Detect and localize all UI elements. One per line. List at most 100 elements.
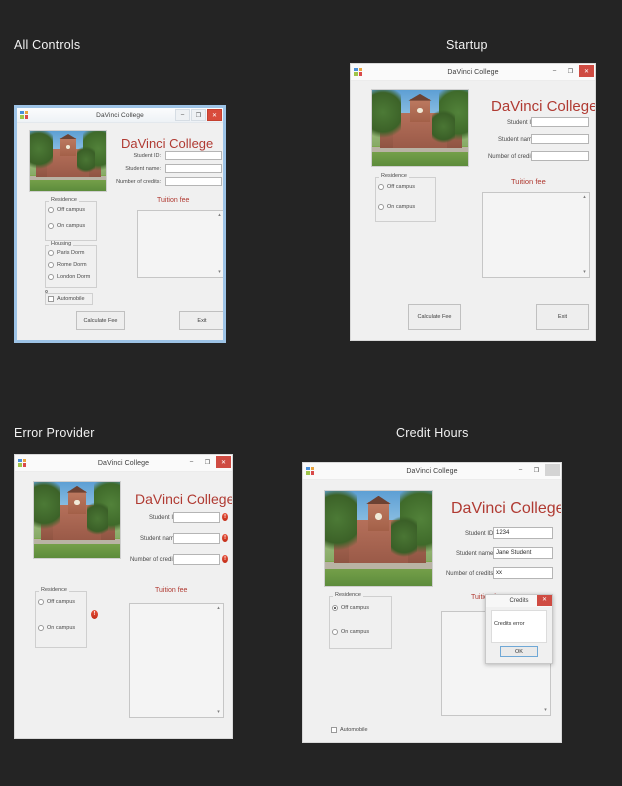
dialog-ok-button[interactable]: OK (500, 646, 538, 657)
error-icon-student-id[interactable]: ! (222, 513, 228, 521)
checkbox-box (331, 727, 337, 733)
label-student-name: Student name: (125, 166, 161, 172)
checkbox-automobile-label: Automobile (340, 727, 368, 733)
maximize-button[interactable]: ❐ (191, 109, 206, 121)
input-number-of-credits[interactable] (165, 177, 222, 186)
close-button[interactable]: ✕ (579, 65, 594, 77)
radio-off-campus-label: Off campus (57, 207, 86, 213)
radio-off-campus[interactable]: Off campus (378, 184, 415, 190)
checkbox-automobile[interactable]: Automobile (48, 296, 85, 302)
minimize-button[interactable]: – (513, 464, 528, 476)
close-button[interactable] (545, 464, 560, 476)
brand-title: DaVinci College (451, 500, 562, 517)
calculate-fee-button[interactable]: Calculate Fee (408, 304, 461, 330)
titlebar-credit-hours[interactable]: DaVinci College – ❐ (303, 463, 561, 480)
tuition-fee-title: Tuition fee (157, 197, 190, 204)
titlebar-all-controls[interactable]: DaVinci College – ❐ ✕ (17, 108, 223, 123)
minimize-button[interactable]: – (184, 456, 199, 468)
radio-dot (48, 274, 54, 280)
label-student-name: Student name: (455, 551, 495, 557)
window-error-provider[interactable]: DaVinci College – ❐ ✕ DaVinci College St… (14, 454, 233, 739)
label-number-of-credits: Number of credits: (487, 154, 537, 160)
checkbox-automobile[interactable]: Automobile (331, 727, 368, 733)
window-buttons-error-provider[interactable]: – ❐ ✕ (184, 456, 231, 468)
tuition-fee-output: ▴ ▾ (482, 192, 590, 278)
radio-london-dorm[interactable]: London Dorm (48, 274, 90, 280)
input-student-name[interactable] (165, 164, 222, 173)
close-button[interactable]: ✕ (207, 109, 222, 121)
input-student-id[interactable] (173, 512, 220, 523)
window-buttons-credit-hours[interactable]: – ❐ (513, 464, 560, 476)
scroll-down-icon[interactable]: ▾ (216, 269, 223, 276)
maximize-button[interactable]: ❐ (563, 65, 578, 77)
input-student-name[interactable]: Jane Student (493, 547, 553, 559)
radio-off-campus-label: Off campus (47, 599, 76, 605)
radio-on-campus[interactable]: On campus (332, 629, 369, 635)
radio-dot (332, 605, 338, 611)
section-title-error-provider: Error Provider (14, 426, 95, 440)
titlebar-startup[interactable]: DaVinci College – ❐ ✕ (351, 64, 595, 81)
error-icon-residence[interactable]: ! (91, 610, 98, 619)
input-number-of-credits[interactable] (173, 554, 220, 565)
input-student-id[interactable]: 1234 (493, 527, 553, 539)
radio-paris-dorm-label: Paris Dorm (57, 250, 85, 256)
exit-button[interactable]: Exit (179, 311, 223, 330)
section-title-credit-hours: Credit Hours (396, 426, 469, 440)
brand-title: DaVinci College (135, 491, 233, 507)
window-all-controls[interactable]: DaVinci College – ❐ ✕ DaVinci College St… (14, 105, 226, 343)
input-number-of-credits[interactable] (531, 151, 589, 161)
radio-off-campus[interactable]: Off campus (48, 207, 85, 213)
tuition-fee-output: ▴ ▾ (129, 603, 224, 718)
scroll-up-icon[interactable]: ▴ (215, 605, 222, 612)
dialog-credits[interactable]: Credits ✕ Credits error OK (485, 594, 553, 664)
label-student-id: Student ID: (506, 120, 537, 126)
checkbox-automobile-label: Automobile (57, 296, 85, 302)
input-student-name[interactable] (173, 533, 220, 544)
input-student-name[interactable] (531, 134, 589, 144)
radio-paris-dorm[interactable]: Paris Dorm (48, 250, 85, 256)
exit-button[interactable]: Exit (536, 304, 589, 330)
input-student-id[interactable] (531, 117, 589, 127)
label-number-of-credits: Number of credits: (445, 571, 495, 577)
college-photo (29, 130, 107, 192)
minimize-button[interactable]: – (547, 65, 562, 77)
dialog-close-button[interactable]: ✕ (537, 595, 552, 606)
dialog-titlebar[interactable]: Credits ✕ (486, 595, 552, 607)
input-number-of-credits[interactable]: xx (493, 567, 553, 579)
radio-on-campus[interactable]: On campus (38, 625, 75, 631)
radio-on-campus[interactable]: On campus (48, 223, 85, 229)
radio-on-campus[interactable]: On campus (378, 204, 415, 210)
scroll-down-icon[interactable]: ▾ (542, 707, 549, 714)
dialog-title: Credits (509, 598, 529, 604)
scroll-down-icon[interactable]: ▾ (215, 709, 222, 716)
titlebar-error-provider[interactable]: DaVinci College – ❐ ✕ (15, 455, 232, 472)
radio-dot (38, 599, 44, 605)
close-button[interactable]: ✕ (216, 456, 231, 468)
input-student-id[interactable] (165, 151, 222, 160)
scroll-up-icon[interactable]: ▴ (216, 212, 223, 219)
error-icon-number-of-credits[interactable]: ! (222, 555, 228, 563)
window-startup[interactable]: DaVinci College – ❐ ✕ DaVinci College St… (350, 63, 596, 341)
radio-off-campus[interactable]: Off campus (38, 599, 75, 605)
radio-rome-dorm[interactable]: Rome Dorm (48, 262, 87, 268)
brand-title: DaVinci College (121, 136, 214, 151)
radio-off-campus-label: Off campus (341, 605, 370, 611)
radio-off-campus[interactable]: Off campus (332, 605, 369, 611)
label-student-id: Student ID: (464, 531, 495, 537)
window-buttons-startup[interactable]: – ❐ ✕ (547, 65, 594, 77)
label-student-name: Student name: (497, 137, 537, 143)
scroll-up-icon[interactable]: ▴ (581, 194, 588, 201)
calculate-fee-button[interactable]: Calculate Fee (76, 311, 125, 330)
label-number-of-credits: Number of credits: (116, 179, 161, 185)
input-number-of-credits-value: xx (496, 570, 502, 576)
maximize-button[interactable]: ❐ (200, 456, 215, 468)
error-icon-student-name[interactable]: ! (222, 534, 228, 542)
window-credit-hours[interactable]: DaVinci College – ❐ DaVinci College Stud… (302, 462, 562, 743)
resize-handle-icon[interactable] (45, 290, 48, 293)
tuition-fee-title: Tuition fee (511, 177, 546, 186)
maximize-button[interactable]: ❐ (529, 464, 544, 476)
scroll-down-icon[interactable]: ▾ (581, 269, 588, 276)
minimize-button[interactable]: – (175, 109, 190, 121)
window-buttons-all-controls[interactable]: – ❐ ✕ (175, 109, 222, 121)
college-photo (33, 481, 121, 559)
